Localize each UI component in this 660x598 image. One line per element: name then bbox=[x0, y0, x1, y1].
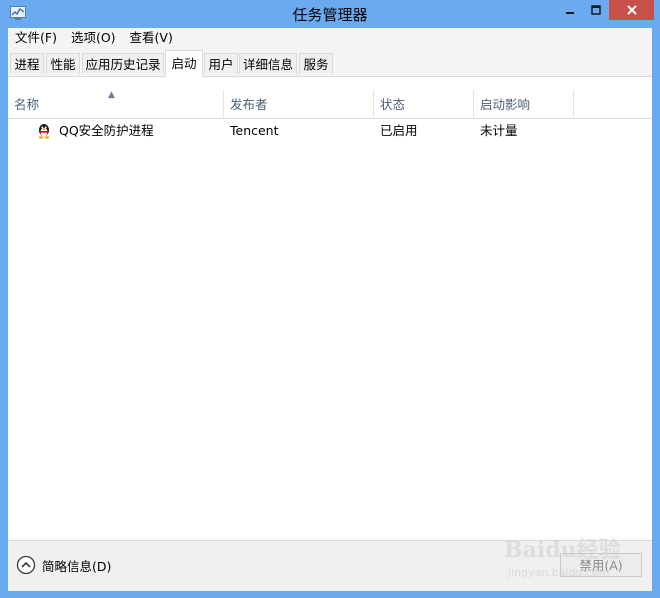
table-row[interactable]: QQ安全防护进程 Tencent 已启用 未计量 bbox=[8, 120, 652, 142]
tab-strip: 进程 性能 应用历史记录 启动 用户 详细信息 服务 bbox=[8, 48, 652, 77]
tab-processes[interactable]: 进程 bbox=[10, 53, 44, 74]
close-button[interactable] bbox=[609, 0, 654, 20]
title-bar[interactable]: 任务管理器 bbox=[0, 0, 660, 28]
maximize-icon bbox=[591, 5, 601, 15]
row-impact: 未计量 bbox=[480, 123, 518, 138]
column-header-row: 名称 发布者 状态 启动影响 bbox=[8, 90, 652, 119]
window-controls bbox=[557, 0, 654, 20]
menu-bar: 文件(F) 选项(O) 查看(V) bbox=[8, 28, 652, 48]
column-header-impact[interactable]: 启动影响 bbox=[474, 90, 574, 118]
row-publisher: Tencent bbox=[230, 123, 279, 138]
column-header-name[interactable]: 名称 bbox=[8, 90, 224, 118]
column-header-status[interactable]: 状态 bbox=[374, 90, 474, 118]
row-name: QQ安全防护进程 bbox=[59, 123, 154, 138]
footer-bar: 简略信息(D) 禁用(A) bbox=[8, 540, 652, 591]
menu-view[interactable]: 查看(V) bbox=[123, 28, 180, 48]
minimize-icon bbox=[566, 12, 574, 14]
menu-file[interactable]: 文件(F) bbox=[8, 28, 64, 48]
client-area: 文件(F) 选项(O) 查看(V) 进程 性能 应用历史记录 启动 用户 详细信… bbox=[8, 28, 652, 591]
fewer-details-label: 简略信息(D) bbox=[42, 558, 112, 574]
fewer-details-button[interactable]: 简略信息(D) bbox=[16, 555, 111, 575]
tab-startup[interactable]: 启动 bbox=[165, 50, 203, 77]
maximize-button[interactable] bbox=[583, 0, 609, 20]
tab-details[interactable]: 详细信息 bbox=[239, 53, 297, 74]
qq-penguin-icon bbox=[36, 123, 52, 139]
tab-app-history[interactable]: 应用历史记录 bbox=[82, 53, 164, 74]
menu-options[interactable]: 选项(O) bbox=[64, 28, 123, 48]
chevron-up-circle-icon bbox=[16, 555, 36, 575]
task-manager-window: 任务管理器 文件(F) 选项(O) 查看(V) 进程 性能 应用历史记录 启动 … bbox=[0, 0, 660, 598]
close-icon bbox=[626, 5, 637, 15]
tab-performance[interactable]: 性能 bbox=[46, 53, 80, 74]
tab-services[interactable]: 服务 bbox=[299, 53, 333, 74]
row-status: 已启用 bbox=[380, 123, 418, 138]
disable-button[interactable]: 禁用(A) bbox=[560, 553, 642, 577]
minimize-button[interactable] bbox=[557, 0, 583, 20]
tab-users[interactable]: 用户 bbox=[204, 53, 238, 74]
column-header-publisher[interactable]: 发布者 bbox=[224, 90, 374, 118]
